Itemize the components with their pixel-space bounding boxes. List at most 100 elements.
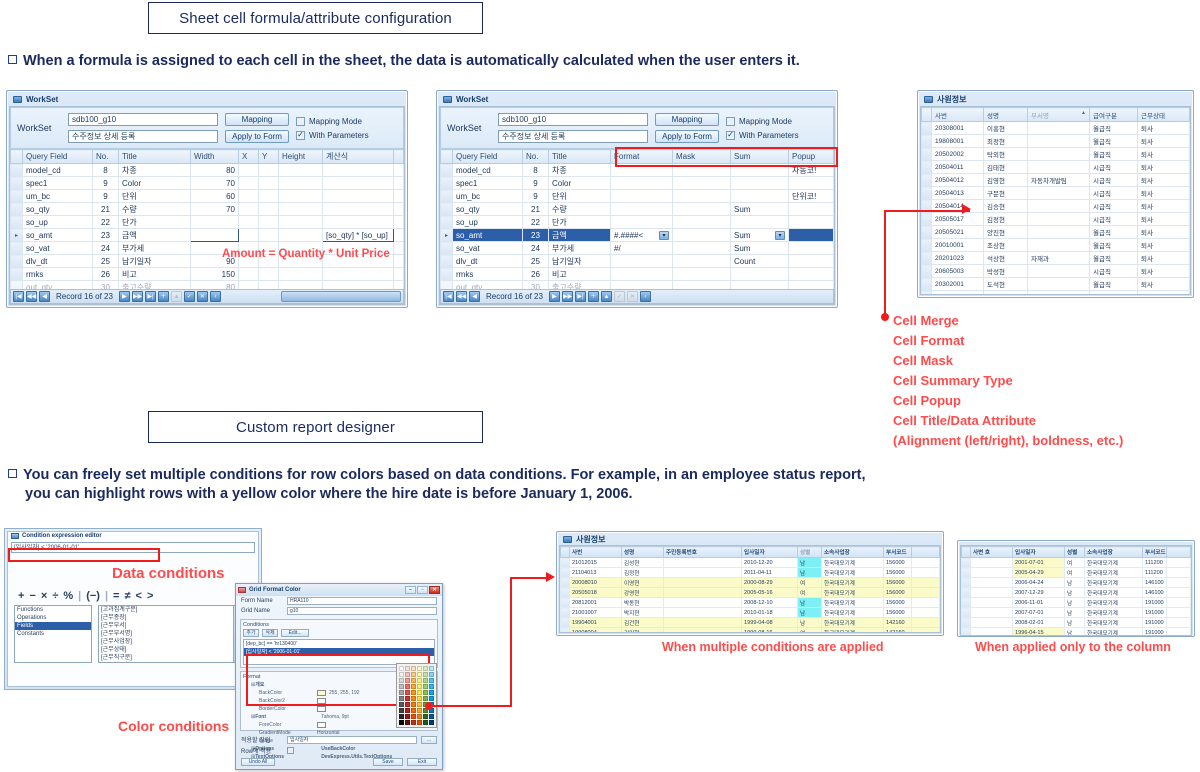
table-row[interactable]: so_up 22 단가 [440, 215, 834, 229]
cell-department[interactable]: 자동차개발팀 [1027, 173, 1090, 187]
cell-title[interactable]: 차종 [548, 163, 611, 177]
cell-pay-type[interactable]: 시급직 [1089, 199, 1138, 213]
table-row[interactable]: 2008-02-01 남 한국대모기계 191000 [961, 617, 1191, 628]
with-parameters-checkbox-row[interactable]: ✓ With Parameters [726, 130, 799, 140]
nav-add-button[interactable]: ＋ [587, 291, 599, 302]
with-parameters-checkbox-row[interactable]: ✓ With Parameters [296, 130, 369, 140]
cell-gender[interactable]: 여 [797, 627, 822, 632]
cell-employee-id[interactable]: 20008010 [569, 577, 622, 588]
palette-swatch-4-0[interactable] [423, 666, 428, 671]
cell-formula[interactable] [322, 202, 394, 216]
cell-x[interactable] [238, 280, 259, 289]
mapping-mode-checkbox[interactable] [296, 116, 305, 126]
column-header-1[interactable]: 입사일자 [1012, 546, 1065, 558]
cell-overflow[interactable] [911, 617, 940, 628]
cell-dept-code[interactable]: 142160 [883, 617, 912, 628]
cell-ssn[interactable] [663, 607, 742, 618]
nav-prev-page-button[interactable]: ◀◀ [26, 291, 37, 302]
cell-dept-code[interactable]: 156000 [883, 567, 912, 578]
cell-overflow[interactable] [1166, 567, 1191, 578]
cell-work-status[interactable]: 퇴사 [1137, 225, 1190, 239]
cell-employee-name[interactable]: 박명현 [983, 290, 1028, 294]
column-header-0[interactable]: 사번 [569, 546, 622, 558]
cell-sum[interactable] [730, 176, 789, 190]
record-navigator-left[interactable]: |◀ ◀◀ ◀ Record 16 of 23 ▶ ▶▶ ▶| ＋ ▲ ✓ ✕ … [10, 289, 404, 304]
cell-title[interactable]: 납기일자 [548, 254, 611, 268]
operator-toolbar[interactable]: + − × ÷% | (−) | = ≠ < > [8, 587, 258, 605]
condition-row-1[interactable]: [입사일자] < '2006-01-01' [244, 648, 434, 656]
exit-button[interactable]: Exit [407, 758, 437, 766]
cell-popup[interactable] [788, 241, 834, 255]
cell-x[interactable] [238, 189, 259, 203]
category-item-Functions[interactable]: Functions [15, 606, 91, 614]
cell-work-status[interactable]: 퇴사 [1137, 199, 1190, 213]
cell-department[interactable] [1027, 186, 1090, 200]
palette-swatch-3-4[interactable] [417, 690, 422, 695]
cell-overflow[interactable] [1166, 557, 1191, 568]
cell-width[interactable]: 80 [190, 280, 239, 289]
cell-overflow[interactable] [911, 567, 940, 578]
palette-swatch-3-3[interactable] [417, 684, 422, 689]
cell-overflow[interactable] [393, 267, 404, 281]
cell-format[interactable] [610, 267, 673, 281]
row-selector[interactable] [961, 607, 971, 618]
with-parameters-checkbox[interactable]: ✓ [296, 130, 305, 140]
operator-button-=[interactable]: = [113, 590, 119, 602]
row-selector[interactable] [10, 254, 23, 268]
cell-overflow[interactable] [911, 607, 940, 618]
palette-swatch-1-7[interactable] [405, 708, 410, 713]
nav-next-button[interactable]: ▶ [548, 291, 560, 302]
palette-swatch-5-8[interactable] [429, 714, 434, 719]
table-row[interactable]: 20812001 박동현 2008-12-10 남 한국대모기계 156000 [560, 597, 940, 608]
column-header-5[interactable]: Y [258, 149, 279, 164]
palette-swatch-3-7[interactable] [417, 708, 422, 713]
grid-scroll-area[interactable]: Query Field No. Title Width X Y Height 계산식 model… [10, 149, 404, 289]
operator-button->[interactable]: > [147, 590, 153, 602]
row-selector[interactable] [921, 160, 932, 174]
column-header-2[interactable]: Title [118, 149, 191, 164]
column-header-3[interactable]: 입사일자 [741, 546, 798, 558]
cell-formula[interactable]: [so_qty] * [so_up] [322, 228, 394, 242]
palette-swatch-0-3[interactable] [399, 684, 404, 689]
palette-swatch-4-9[interactable] [423, 720, 428, 725]
row-selector[interactable] [10, 280, 23, 289]
cell-overflow[interactable] [393, 189, 404, 203]
cell-format[interactable] [610, 202, 673, 216]
cell-ssn[interactable] [663, 597, 742, 608]
cell-width[interactable]: 80 [190, 163, 239, 177]
color-swatch-icon[interactable] [317, 697, 326, 704]
cell-employee-no[interactable] [970, 597, 1013, 608]
cell-gender[interactable]: 여 [797, 577, 822, 588]
column-header-4[interactable]: Mask [672, 149, 731, 164]
table-row[interactable]: rmks 26 비고 [440, 267, 834, 281]
operator-button-+[interactable]: + [18, 590, 24, 602]
cell-worksite[interactable]: 한국대모기계 [1084, 617, 1143, 628]
cell-title[interactable]: 금액 [548, 228, 611, 242]
cell-y[interactable] [258, 280, 279, 289]
format-dropdown-button[interactable]: ▾ [659, 230, 669, 240]
palette-swatch-2-2[interactable] [411, 678, 416, 683]
nav-last-button[interactable]: ▶| [574, 291, 586, 302]
palette-swatch-2-1[interactable] [411, 672, 416, 677]
cell-employee-id[interactable]: 19908004 [569, 627, 622, 632]
cell-employee-no[interactable] [970, 617, 1013, 628]
cell-pay-type[interactable]: 시급직 [1089, 173, 1138, 187]
cell-popup[interactable]: 단위코! [788, 189, 834, 203]
cell-field[interactable]: um_bc [452, 189, 523, 203]
cell-mask[interactable] [672, 189, 731, 203]
cell-employee-name[interactable]: 최정현 [983, 134, 1028, 148]
cell-popup[interactable] [788, 267, 834, 281]
cell-field[interactable]: um_bc [22, 189, 93, 203]
cell-title[interactable]: 비고 [548, 267, 611, 281]
palette-swatch-0-4[interactable] [399, 690, 404, 695]
palette-swatch-3-1[interactable] [417, 672, 422, 677]
table-row[interactable]: 20504013 구문현 시급직 퇴사 [921, 186, 1190, 200]
cell-work-status[interactable]: 퇴사 [1137, 251, 1190, 265]
cell-worksite[interactable]: 한국대모기계 [821, 577, 884, 588]
nav-add-button[interactable]: ＋ [157, 291, 169, 302]
cell-employee-name[interactable]: 박성현 [983, 264, 1028, 278]
cell-height[interactable] [278, 163, 323, 177]
cell-dept-code[interactable]: 111200 [1142, 567, 1167, 578]
cell-pay-type[interactable]: 월급직 [1089, 277, 1138, 291]
cell-title[interactable]: 금액 [118, 228, 191, 242]
